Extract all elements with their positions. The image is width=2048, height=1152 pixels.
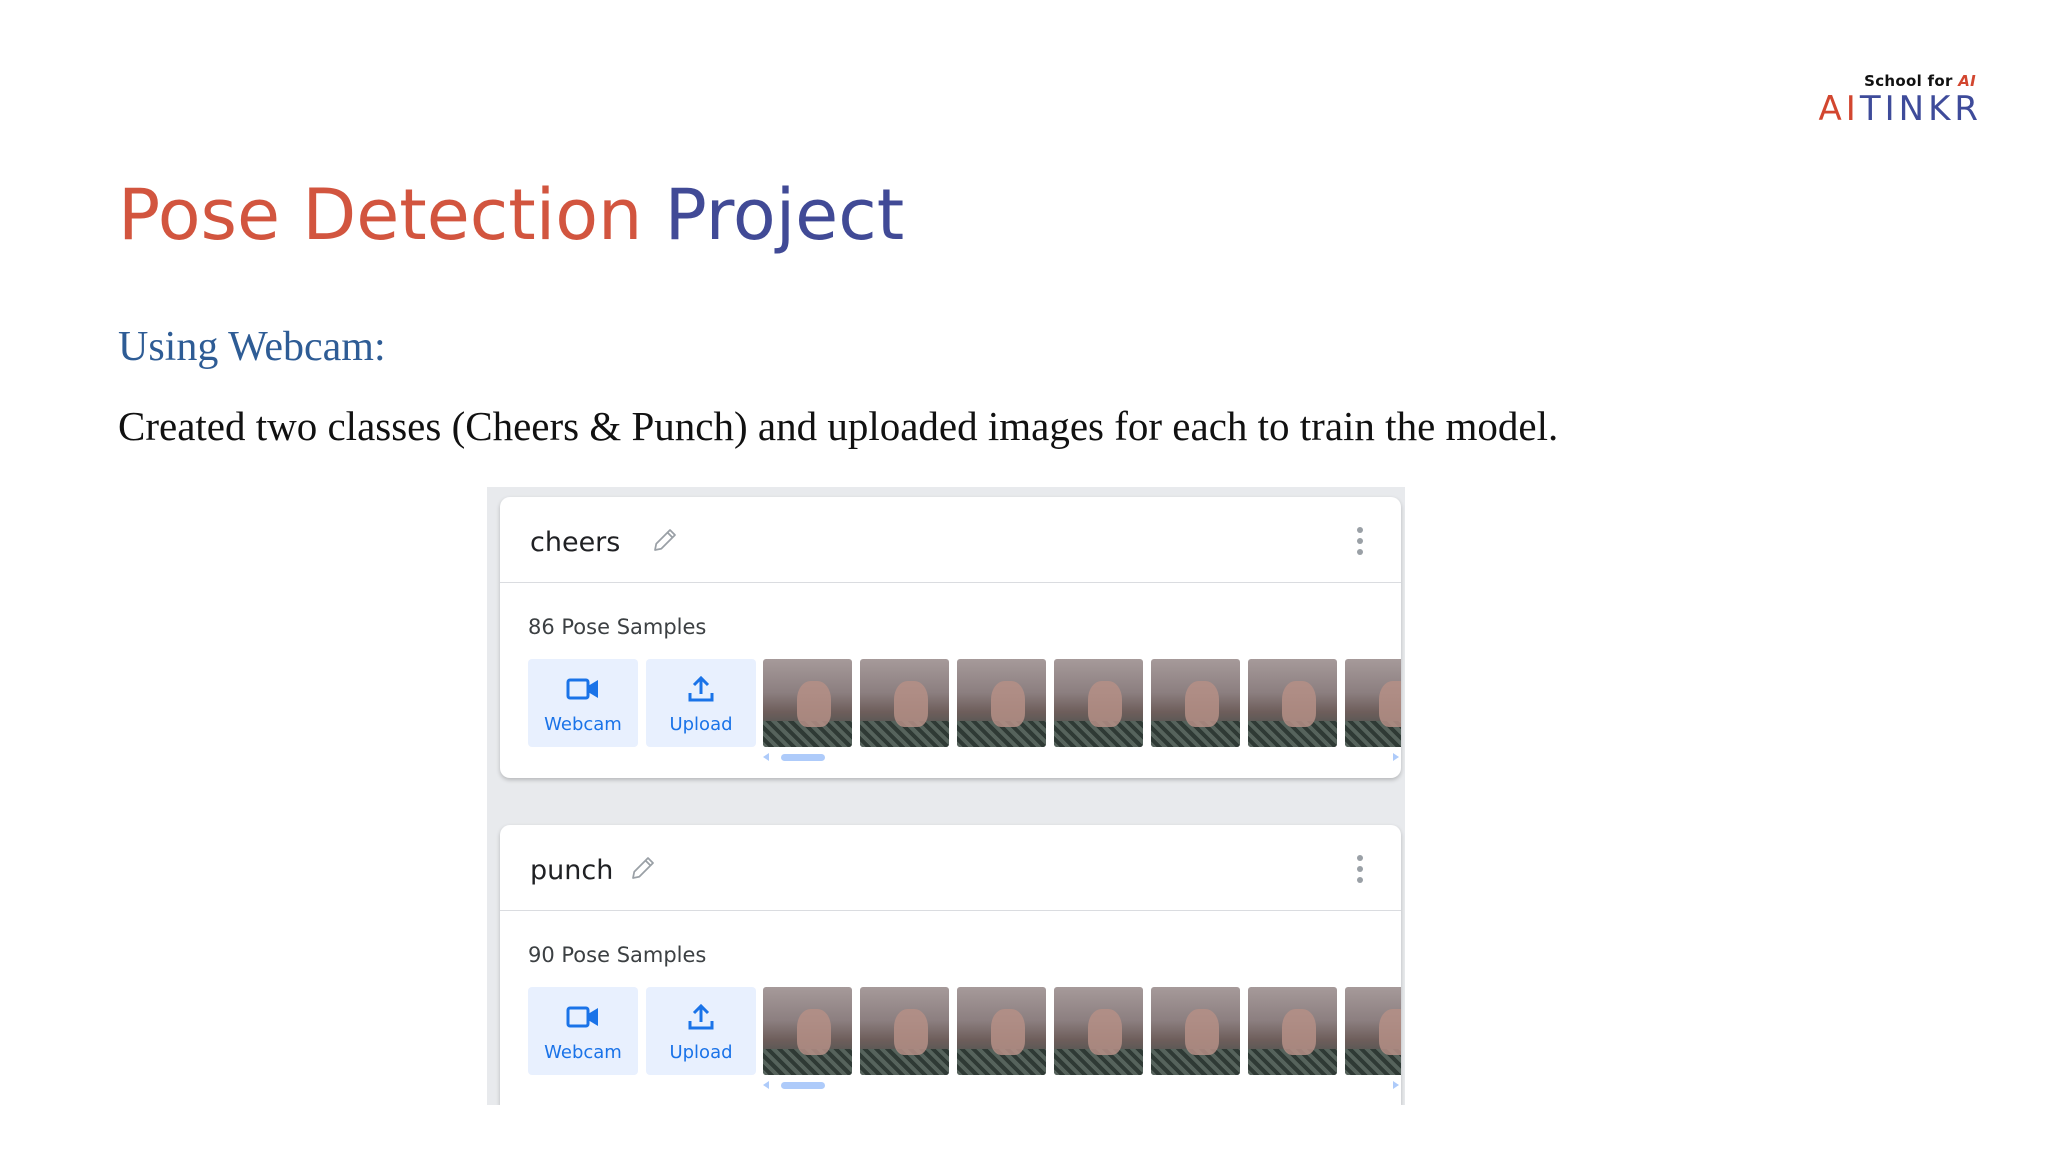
thumbnail-scrollbar[interactable] [763, 1080, 1401, 1090]
pose-samples-count: 86 Pose Samples [528, 615, 707, 639]
pose-samples-count: 90 Pose Samples [528, 943, 707, 967]
thumbnail-scrollbar[interactable] [763, 752, 1401, 762]
subheading: Using Webcam: [118, 324, 386, 370]
sample-thumbnail[interactable] [1151, 987, 1240, 1075]
scrollbar-thumb[interactable] [781, 1082, 825, 1089]
upload-icon [688, 675, 714, 702]
webcam-button[interactable]: Webcam [528, 987, 638, 1075]
videocam-icon [566, 678, 598, 700]
title-part-red: Pose Detection [118, 174, 643, 256]
scroll-left-arrow-icon[interactable] [763, 753, 769, 761]
webcam-button-label: Webcam [544, 1042, 622, 1063]
pencil-icon[interactable] [650, 525, 680, 555]
sample-thumbnail[interactable] [1248, 987, 1337, 1075]
logo-tagline: School for AI [1864, 72, 1976, 90]
sample-thumbnail[interactable] [860, 659, 949, 747]
sample-thumbnail[interactable] [957, 987, 1046, 1075]
upload-icon [688, 1003, 714, 1030]
logo-wordmark: AITINKR [1819, 92, 1982, 126]
class-card-punch: punch 90 Pose Samples Webcam Upload [500, 825, 1401, 1105]
class-name[interactable]: cheers [530, 527, 620, 558]
scrollbar-thumb[interactable] [781, 754, 825, 761]
scroll-right-arrow-icon[interactable] [1393, 753, 1399, 761]
upload-button[interactable]: Upload [646, 987, 756, 1075]
sample-thumbnail[interactable] [860, 987, 949, 1075]
class-card-cheers: cheers 86 Pose Samples Webcam Upload [500, 497, 1401, 778]
more-vert-icon[interactable] [1357, 855, 1363, 883]
title-part-blue: Project [664, 174, 905, 256]
more-vert-icon[interactable] [1357, 527, 1363, 555]
upload-button-label: Upload [669, 1042, 733, 1063]
sample-thumbnail[interactable] [1248, 659, 1337, 747]
slide-title: Pose Detection Project [118, 170, 904, 260]
sample-thumbnail[interactable] [1054, 659, 1143, 747]
sample-thumbnail[interactable] [763, 659, 852, 747]
aitinkr-logo: School for AI AITINKR [1742, 70, 1982, 130]
videocam-icon [566, 1006, 598, 1028]
sample-thumbnail[interactable] [1345, 987, 1401, 1075]
description: Created two classes (Cheers & Punch) and… [118, 403, 1559, 449]
upload-button-label: Upload [669, 714, 733, 735]
sample-thumbnail[interactable] [1345, 659, 1401, 747]
teachable-machine-screenshot: cheers 86 Pose Samples Webcam Upload pun… [487, 487, 1405, 1105]
pencil-icon[interactable] [628, 853, 658, 883]
class-name[interactable]: punch [530, 855, 613, 886]
sample-thumbnails [763, 659, 1401, 747]
sample-thumbnail[interactable] [957, 659, 1046, 747]
scroll-left-arrow-icon[interactable] [763, 1081, 769, 1089]
scroll-right-arrow-icon[interactable] [1393, 1081, 1399, 1089]
logo-school-text: School for [1864, 72, 1953, 90]
class-card-header: cheers [500, 497, 1401, 583]
logo-school-ai: AI [1958, 72, 1976, 90]
webcam-button[interactable]: Webcam [528, 659, 638, 747]
sample-thumbnail[interactable] [1054, 987, 1143, 1075]
sample-thumbnail[interactable] [1151, 659, 1240, 747]
webcam-button-label: Webcam [544, 714, 622, 735]
sample-thumbnail[interactable] [763, 987, 852, 1075]
logo-brand-ai: AI [1818, 89, 1860, 129]
logo-brand-rest: TINKR [1859, 89, 1982, 129]
upload-button[interactable]: Upload [646, 659, 756, 747]
sample-thumbnails [763, 987, 1401, 1075]
class-card-header: punch [500, 825, 1401, 911]
